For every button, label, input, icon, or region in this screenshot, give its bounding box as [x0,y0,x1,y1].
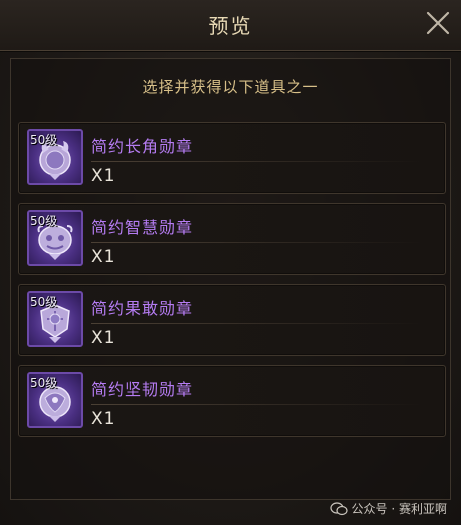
item-level: 50级 [30,214,58,228]
wechat-icon [329,501,348,515]
item-name: 简约果敢勋章 [91,299,194,318]
item-quantity: X1 [91,247,116,267]
item-name: 简约智慧勋章 [91,218,194,237]
subtitle: 选择并获得以下道具之一 [142,78,319,96]
close-button[interactable] [423,8,453,38]
list-item[interactable]: 50级 简约坚韧勋章 X1 [18,365,446,437]
item-level: 50级 [30,376,58,390]
title-bar: 预览 [0,0,461,51]
item-quantity: X1 [91,166,116,186]
item-level: 50级 [30,295,58,309]
dialog-title: 预览 [208,14,253,38]
close-icon [426,11,450,35]
item-quantity: X1 [91,328,116,348]
divider [91,161,421,162]
item-icon-frame[interactable]: 50级 [27,372,83,428]
item-level: 50级 [30,133,58,147]
watermark-text: 公众号 · 赛利亚啊 [351,502,447,516]
item-name: 简约坚韧勋章 [91,380,194,399]
divider [91,242,421,243]
list-item[interactable]: 50级 简约果敢勋章 X1 [18,284,446,356]
item-icon-frame[interactable]: 50级 [27,129,83,185]
divider [91,323,421,324]
preview-dialog: 预览 选择并获得以下道具之一 50级 简约长角勋章 X1 50级 简约智慧勋章 … [0,0,461,525]
list-item[interactable]: 50级 简约长角勋章 X1 [18,122,446,194]
item-icon-frame[interactable]: 50级 [27,210,83,266]
item-quantity: X1 [91,409,116,429]
item-icon-frame[interactable]: 50级 [27,291,83,347]
watermark: 公众号 · 赛利亚啊 [329,500,447,517]
item-name: 简约长角勋章 [91,137,194,156]
divider [91,404,421,405]
list-item[interactable]: 50级 简约智慧勋章 X1 [18,203,446,275]
